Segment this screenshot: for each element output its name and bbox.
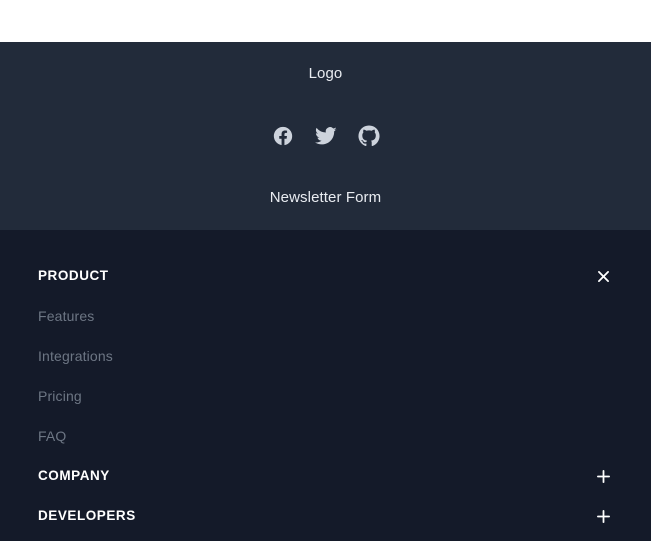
accordion-link-features[interactable]: Features: [38, 296, 613, 336]
facebook-link[interactable]: Facebook: [272, 125, 294, 147]
twitter-icon: [314, 125, 337, 147]
accordion-link-pricing[interactable]: Pricing: [38, 376, 613, 416]
accordion-section-company: COMPANY: [38, 456, 613, 496]
accordion-title-product: PRODUCT: [38, 268, 109, 283]
accordion-link-faq[interactable]: FAQ: [38, 416, 613, 456]
plus-icon: [595, 508, 612, 525]
social-links-row: Facebook Twitter GitHub: [272, 125, 380, 147]
twitter-link[interactable]: Twitter: [314, 125, 337, 147]
accordion-toggle-product[interactable]: [593, 266, 613, 286]
accordion-link-integrations[interactable]: Integrations: [38, 336, 613, 376]
accordion-section-developers: DEVELOPERS: [38, 496, 613, 536]
accordion-title-company: COMPANY: [38, 468, 110, 483]
accordion-header-product[interactable]: PRODUCT: [38, 256, 613, 296]
accordion-section-product: PRODUCT Features Integrations Pricing FA…: [38, 256, 613, 456]
page-root: Logo Facebook Twitter: [0, 0, 651, 541]
accordion-toggle-company[interactable]: [593, 466, 613, 486]
accordion-header-company[interactable]: COMPANY: [38, 456, 613, 496]
close-icon: [595, 268, 612, 285]
page-top-whitespace: [0, 0, 651, 42]
newsletter-form-label: Newsletter Form: [269, 189, 382, 206]
github-link[interactable]: GitHub: [357, 125, 380, 147]
accordion-panel-product: Features Integrations Pricing FAQ: [38, 296, 613, 456]
accordion-title-developers: DEVELOPERS: [38, 508, 136, 523]
footer-brand-panel: Logo Facebook Twitter: [0, 42, 651, 230]
footer-logo: Logo: [308, 65, 343, 82]
plus-icon: [595, 468, 612, 485]
facebook-icon: [272, 125, 294, 147]
footer-accordion-panel: PRODUCT Features Integrations Pricing FA…: [0, 230, 651, 541]
github-icon: [357, 125, 380, 147]
accordion-toggle-developers[interactable]: [593, 506, 613, 526]
accordion-header-developers[interactable]: DEVELOPERS: [38, 496, 613, 536]
